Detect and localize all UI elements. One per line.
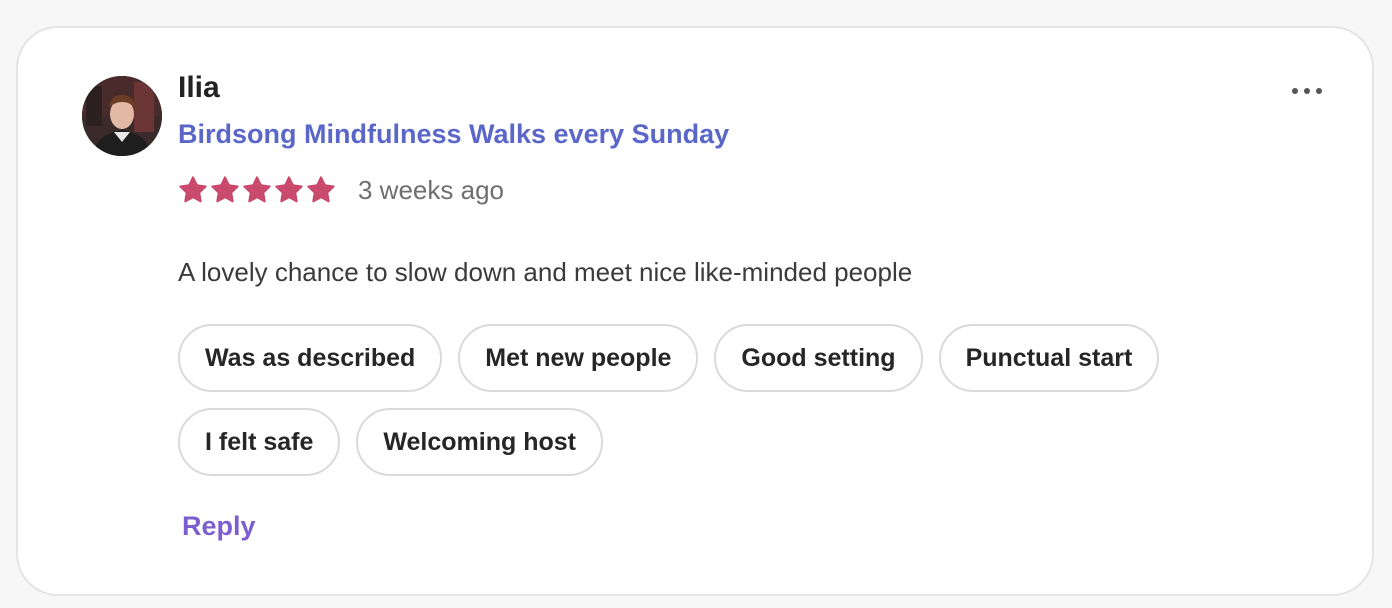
more-options-button[interactable] <box>1280 76 1334 106</box>
star-icon <box>275 176 303 203</box>
tag-chip: Punctual start <box>938 324 1160 392</box>
tag-chip: Was as described <box>178 324 443 392</box>
tag-chip: Welcoming host <box>356 408 603 476</box>
review-card: Ilia Birdsong Mindfulness Walks every Su… <box>16 26 1374 596</box>
tag-chip: I felt safe <box>178 408 341 476</box>
reviewer-name[interactable]: Ilia <box>178 70 220 106</box>
rating-row: 3 weeks ago <box>178 172 504 208</box>
reply-button[interactable]: Reply <box>182 508 256 544</box>
star-icon <box>179 176 207 203</box>
more-horizontal-icon <box>1304 88 1310 94</box>
star-icon <box>307 176 335 203</box>
more-horizontal-icon <box>1316 88 1322 94</box>
review-text: A lovely chance to slow down and meet ni… <box>178 257 913 287</box>
review-timestamp: 3 weeks ago <box>358 174 504 205</box>
star-rating <box>178 175 336 205</box>
tag-chip: Met new people <box>458 324 699 392</box>
avatar[interactable] <box>82 76 162 156</box>
tag-chip: Good setting <box>714 324 923 392</box>
star-icon <box>211 176 239 203</box>
event-title-link[interactable]: Birdsong Mindfulness Walks every Sunday <box>178 116 729 152</box>
avatar-image <box>82 76 162 156</box>
review-tags: Was as described Met new people Good set… <box>178 324 1238 476</box>
star-icon <box>243 176 271 203</box>
more-horizontal-icon <box>1292 88 1298 94</box>
